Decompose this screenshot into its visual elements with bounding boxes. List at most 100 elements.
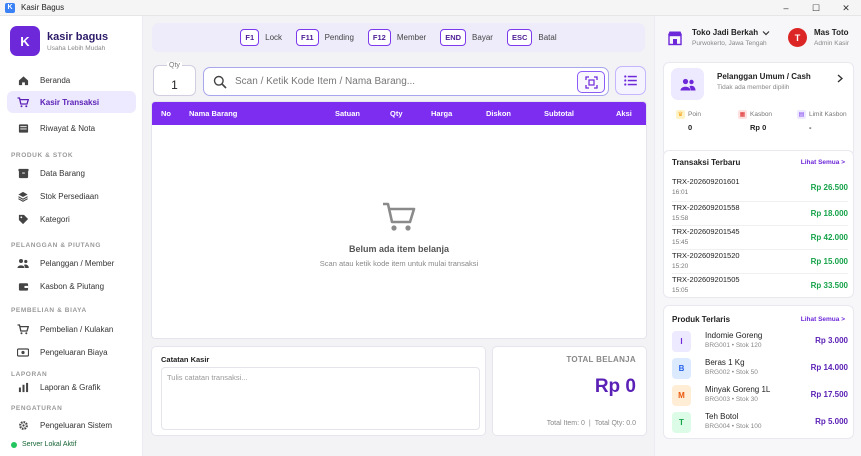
shortcut-key: F11 bbox=[296, 29, 319, 46]
recent-transactions: Transaksi Terbaru Lihat Semua > TRX-2026… bbox=[663, 150, 854, 298]
cart-table: No Nama Barang Satuan Qty Harga Diskon S… bbox=[151, 101, 647, 339]
shortcut-label: Batal bbox=[538, 33, 557, 42]
list-item[interactable]: TRX-202609201545 15:45 Rp 42.000 bbox=[672, 227, 848, 251]
sidebar-item-stok-persediaan[interactable]: Stok Persediaan bbox=[7, 185, 136, 207]
home-icon bbox=[17, 74, 29, 86]
list-item[interactable]: TRX-202609201520 15:20 Rp 15.000 bbox=[672, 251, 848, 275]
user-profile[interactable]: T Mas Toto Admin Kasir bbox=[788, 28, 849, 47]
truck-icon bbox=[17, 323, 29, 335]
sidebar-item-beranda[interactable]: Beranda bbox=[7, 69, 136, 91]
qty-input[interactable]: Qty 1 bbox=[153, 62, 196, 96]
divider bbox=[672, 201, 848, 202]
window-title: Kasir Bagus bbox=[21, 3, 65, 12]
shortcut-pending[interactable]: F11 Pending bbox=[296, 29, 354, 46]
sidebar-item-kasir-transaksi[interactable]: Kasir Transaksi bbox=[7, 91, 136, 113]
total-qty: Total Qty: 0.0 bbox=[594, 420, 636, 427]
sidebar-item-pembelian-kulakan[interactable]: Pembelian / Kulakan bbox=[7, 318, 136, 340]
minimize-icon[interactable]: – bbox=[771, 0, 801, 16]
list-item[interactable]: TRX-202609201558 15:58 Rp 18.000 bbox=[672, 203, 848, 227]
list-item[interactable]: I Indomie Goreng BRG001 • Stok 120 Rp 3.… bbox=[672, 330, 848, 354]
search-input[interactable] bbox=[235, 76, 565, 87]
product-sub: BRG004 • Stok 100 bbox=[705, 423, 762, 430]
product-initial: T bbox=[672, 412, 691, 433]
product-price: Rp 17.500 bbox=[810, 390, 848, 399]
column-header: Qty bbox=[390, 109, 403, 118]
sidebar-item-label: Laporan & Grafik bbox=[40, 382, 101, 392]
users-icon bbox=[680, 78, 695, 90]
shortcut-label: Pending bbox=[324, 33, 354, 42]
bestsellers-view-all-link[interactable]: Lihat Semua > bbox=[801, 316, 845, 323]
empty-subtitle: Scan atau ketik kode item untuk mulai tr… bbox=[319, 259, 479, 268]
recent-view-all-link[interactable]: Lihat Semua > bbox=[801, 159, 845, 166]
sidebar-item-pelanggan-member[interactable]: Pelanggan / Member bbox=[7, 252, 136, 274]
bestsellers-title: Produk Terlaris bbox=[672, 315, 731, 324]
maximize-icon[interactable]: ☐ bbox=[801, 0, 831, 16]
list-item[interactable]: TRX-202609201601 16:01 Rp 26.500 bbox=[672, 177, 848, 201]
stat-limit-kasbon: ▤ Limit Kasbon - bbox=[797, 110, 847, 132]
stat-value: - bbox=[809, 123, 812, 132]
note-icon: ▦ bbox=[738, 110, 747, 119]
column-header: Aksi bbox=[616, 109, 632, 118]
sidebar-item-pengeluaran-sistem[interactable]: Pengeluaran Sistem bbox=[7, 414, 136, 436]
column-header: Diskon bbox=[486, 109, 512, 118]
divider bbox=[672, 225, 848, 226]
notes-input[interactable] bbox=[161, 367, 480, 430]
sidebar-item-label: Pengeluaran Biaya bbox=[40, 347, 108, 357]
sidebar: K kasir bagus Usaha Lebih Mudah Beranda … bbox=[0, 16, 143, 456]
gear-icon bbox=[17, 419, 29, 431]
qty-value: 1 bbox=[171, 78, 178, 92]
product-initial: I bbox=[672, 331, 691, 352]
cash-icon bbox=[17, 346, 29, 358]
empty-state: Belum ada item belanja Scan atau ketik k… bbox=[152, 202, 646, 268]
sidebar-item-kasbon-piutang[interactable]: Kasbon & Piutang bbox=[7, 275, 136, 297]
cart-icon bbox=[17, 96, 29, 108]
product-name: Teh Botol bbox=[705, 412, 739, 421]
product-price: Rp 3.000 bbox=[815, 336, 848, 345]
shortcut-batal[interactable]: ESC Batal bbox=[506, 29, 557, 46]
app-icon: K bbox=[5, 2, 15, 13]
list-item[interactable]: T Teh Botol BRG004 • Stok 100 Rp 5.000 bbox=[672, 411, 848, 435]
store-name: Toko Jadi Berkah bbox=[692, 28, 759, 37]
sidebar-item-pengeluaran-biaya[interactable]: Pengeluaran Biaya bbox=[7, 341, 136, 363]
best-sellers: Produk Terlaris Lihat Semua > I Indomie … bbox=[663, 305, 854, 439]
search-icon bbox=[213, 75, 227, 89]
column-header: Nama Barang bbox=[189, 109, 238, 118]
list-item[interactable]: TRX-202609201505 15:05 Rp 33.500 bbox=[672, 275, 848, 299]
crown-icon: ♛ bbox=[676, 110, 685, 119]
sidebar-item-label: Beranda bbox=[40, 75, 71, 85]
barcode-scan-button[interactable] bbox=[577, 71, 605, 93]
chevron-right-icon bbox=[837, 74, 843, 83]
product-name: Minyak Goreng 1L bbox=[705, 385, 771, 394]
close-icon[interactable]: ✕ bbox=[831, 0, 861, 16]
item-list-button[interactable] bbox=[615, 66, 646, 95]
customer-name: Pelanggan Umum / Cash bbox=[717, 72, 811, 81]
sidebar-item-riwayat-nota[interactable]: Riwayat & Nota bbox=[7, 117, 136, 139]
sidebar-item-laporan-grafik[interactable]: Laporan & Grafik bbox=[7, 376, 136, 398]
shortcut-lock[interactable]: F1 Lock bbox=[240, 29, 282, 46]
divider bbox=[672, 273, 848, 274]
stat-label: Poin bbox=[688, 111, 702, 118]
product-name: Indomie Goreng bbox=[705, 331, 763, 340]
stat-label: Kasbon bbox=[750, 111, 773, 118]
sidebar-item-kategori[interactable]: Kategori bbox=[7, 208, 136, 230]
trx-amount: Rp 26.500 bbox=[810, 183, 848, 192]
layers-icon bbox=[17, 190, 29, 202]
brand-tagline: Usaha Lebih Mudah bbox=[47, 44, 106, 52]
brand-name: kasir bagus bbox=[47, 30, 109, 43]
total-value: Rp 0 bbox=[594, 376, 636, 397]
sidebar-item-data-barang[interactable]: Data Barang bbox=[7, 162, 136, 184]
column-header: No bbox=[161, 109, 171, 118]
shortcut-member[interactable]: F12 Member bbox=[367, 29, 426, 46]
list-item[interactable]: M Minyak Goreng 1L BRG003 • Stok 30 Rp 1… bbox=[672, 384, 848, 408]
shortcut-bayar[interactable]: END Bayar bbox=[440, 29, 493, 46]
server-status: Server Lokal Aktif bbox=[11, 441, 76, 448]
list-item[interactable]: B Beras 1 Kg BRG002 • Stok 50 Rp 14.000 bbox=[672, 357, 848, 381]
window-controls: – ☐ ✕ bbox=[771, 0, 861, 16]
cashier-notes: Catatan Kasir bbox=[151, 346, 486, 436]
total-panel: TOTAL BELANJA Rp 0 Total Item: 0 | Total… bbox=[492, 346, 647, 436]
recent-title: Transaksi Terbaru bbox=[672, 158, 741, 167]
product-initial: B bbox=[672, 358, 691, 379]
store-selector[interactable]: Toko Jadi Berkah Purwokerto, Jawa Tengah bbox=[667, 28, 770, 47]
divider bbox=[672, 249, 848, 250]
customer-card[interactable]: Pelanggan Umum / Cash Tidak ada member d… bbox=[663, 62, 854, 157]
